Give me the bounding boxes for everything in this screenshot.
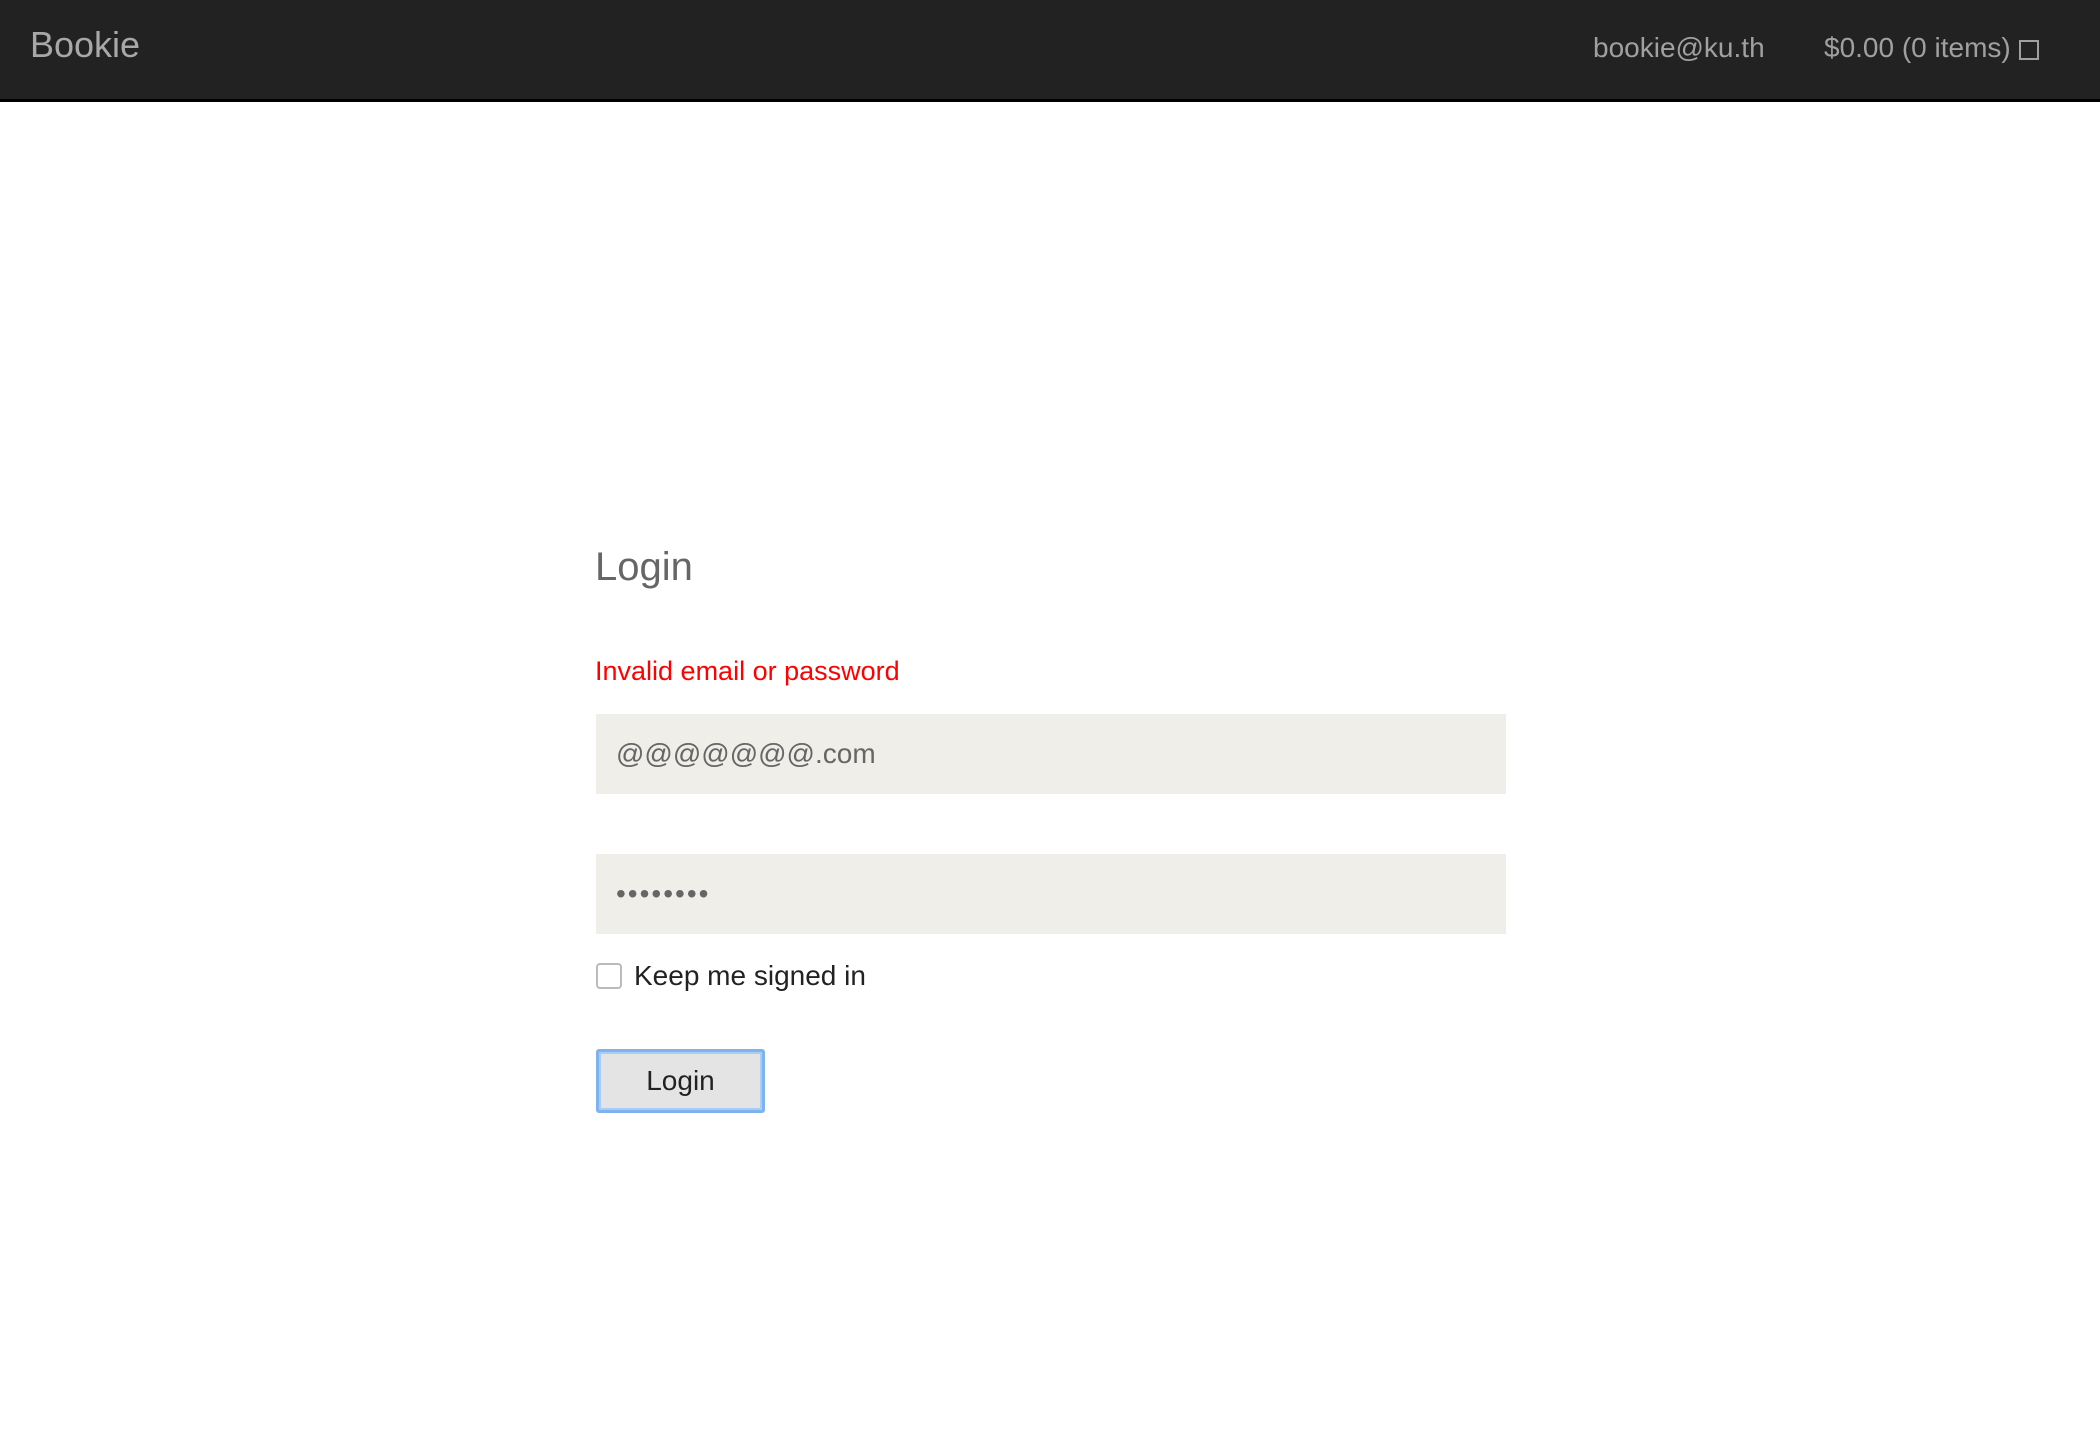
page-title: Login — [595, 545, 693, 589]
error-message: Invalid email or password — [595, 656, 900, 686]
keep-signed-in-checkbox[interactable] — [596, 963, 622, 989]
top-navbar: Bookie bookie@ku.th $0.00 (0 items) — [0, 0, 2100, 102]
password-input[interactable] — [596, 854, 1506, 934]
keep-signed-in-label[interactable]: Keep me signed in — [634, 960, 866, 992]
user-email-link[interactable]: bookie@ku.th — [1593, 32, 1765, 64]
brand-logo-link[interactable]: Bookie — [30, 24, 140, 66]
cart-icon — [2018, 40, 2039, 60]
login-button[interactable]: Login — [596, 1049, 765, 1113]
email-input[interactable] — [596, 714, 1506, 794]
keep-signed-in-row[interactable]: Keep me signed in — [596, 960, 866, 992]
cart-link[interactable]: $0.00 (0 items) — [1824, 32, 2039, 64]
cart-summary: $0.00 (0 items) — [1824, 32, 2011, 63]
